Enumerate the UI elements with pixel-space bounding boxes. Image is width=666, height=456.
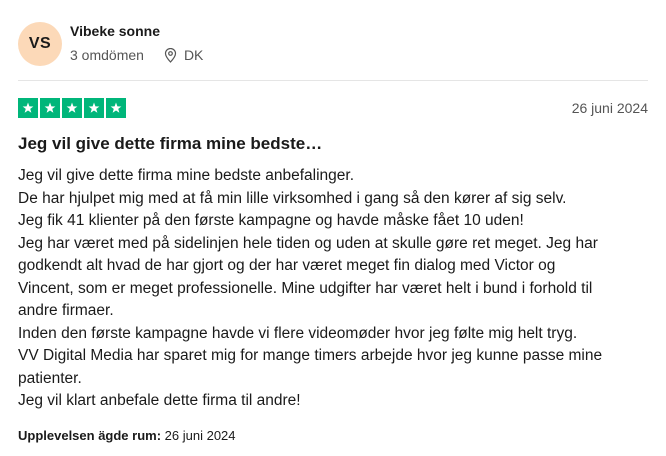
star-icon <box>22 102 34 113</box>
experience-date: Upplevelsen ägde rum: 26 juni 2024 <box>18 428 236 443</box>
star-icon <box>88 102 100 113</box>
review-body-line: andre firmaer. <box>18 302 114 319</box>
review-body-line: Jeg fik 41 klienter på den første kampag… <box>18 212 524 229</box>
review-card: VS Vibeke sonne 3 omdömen DK 26 juni 202… <box>18 0 648 456</box>
star-icon <box>44 102 56 113</box>
reviewer-name[interactable]: Vibeke sonne <box>70 23 160 39</box>
reviewer-meta: 3 omdömen DK <box>70 47 203 63</box>
review-body-line: De har hjulpet mig med at få min lille v… <box>18 189 567 207</box>
review-body-line: Jeg vil klart anbefale dette firma til a… <box>18 392 301 409</box>
review-body: Jeg vil give dette firma mine bedste anb… <box>18 165 648 413</box>
review-body-line: Jeg vil give dette firma mine bedste anb… <box>18 167 355 184</box>
avatar-initials: VS <box>28 35 52 52</box>
review-body-line: godkendt alt hvad de har gjort og der ha… <box>18 257 556 274</box>
review-body-line: VV Digital Media har sparet mig for mang… <box>18 347 603 364</box>
star-icon <box>66 102 78 113</box>
star-box <box>106 98 126 118</box>
review-body-line: Vincent, som er meget professionelle. Mi… <box>18 279 593 297</box>
star-rating <box>18 98 126 118</box>
review-title[interactable]: Jeg vil give dette firma mine bedste… <box>18 134 322 154</box>
reviews-count: 3 omdömen <box>70 47 144 63</box>
review-body-line: Inden den første kampagne havde vi flere… <box>18 324 578 342</box>
reviewer-header: VS Vibeke sonne 3 omdömen DK <box>18 20 648 66</box>
reviewer-country: DK <box>183 47 204 63</box>
star-icon <box>110 102 122 113</box>
review-body-line: Jeg har været med på sidelinjen hele tid… <box>18 234 598 252</box>
experience-date-value: 26 juni 2024 <box>164 428 236 443</box>
star-box <box>62 98 82 118</box>
experience-label: Upplevelsen ägde rum: <box>18 428 162 443</box>
star-box <box>18 98 38 118</box>
star-box <box>84 98 104 118</box>
review-date: 26 juni 2024 <box>571 100 648 116</box>
review-body-line: patienter. <box>18 369 82 387</box>
avatar[interactable]: VS <box>18 22 62 66</box>
divider <box>18 80 648 81</box>
location-pin-icon <box>164 47 178 63</box>
star-box <box>40 98 60 118</box>
